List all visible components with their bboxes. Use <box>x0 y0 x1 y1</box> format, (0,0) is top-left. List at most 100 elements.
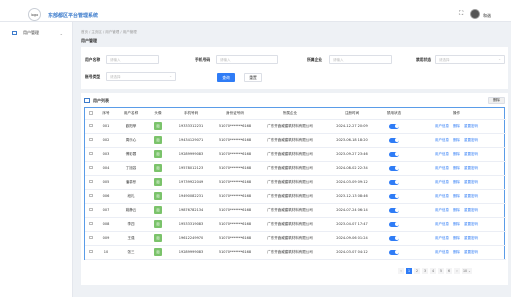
row-checkbox[interactable] <box>85 231 97 246</box>
user-info-link[interactable]: 用户信息 <box>435 222 449 226</box>
delete-link[interactable]: 删除 <box>453 208 460 212</box>
user-info-link[interactable]: 用户信息 <box>435 208 449 212</box>
status-toggle[interactable] <box>389 179 399 185</box>
status-toggle[interactable] <box>389 221 399 227</box>
row-avatar: 图 <box>147 133 169 148</box>
user-info-link[interactable]: 用户信息 <box>435 180 449 184</box>
delete-link[interactable]: 删除 <box>453 180 460 184</box>
row-checkbox[interactable] <box>85 133 97 148</box>
breadcrumb: 首页 / 主页区 / 用户管理 / 用户管理 <box>81 30 137 34</box>
user-info-link[interactable]: 用户信息 <box>435 166 449 170</box>
user-info-link[interactable]: 用户信息 <box>435 194 449 198</box>
row-id-number: 51070*******6168 <box>213 133 257 148</box>
page-button[interactable]: 6 <box>446 267 452 274</box>
row-username: 潘慕彤 <box>115 175 147 190</box>
row-actions: 用户信息 删除 重置密码 <box>407 133 506 148</box>
row-checkbox[interactable] <box>85 245 97 260</box>
delete-link[interactable]: 删除 <box>453 152 460 156</box>
reset-password-link[interactable]: 重置密码 <box>464 152 478 156</box>
user-info-link[interactable]: 用户信息 <box>435 152 449 156</box>
row-checkbox[interactable] <box>85 161 97 176</box>
page-button[interactable]: 5 <box>438 267 444 274</box>
row-status <box>381 203 407 218</box>
delete-link[interactable]: 删除 <box>453 222 460 226</box>
fullscreen-icon[interactable]: ⛶ <box>459 10 463 18</box>
row-status <box>381 147 407 162</box>
page-button[interactable]: 1 <box>406 267 412 274</box>
row-register-time: 2024-12-27 20:09 <box>323 119 381 134</box>
status-toggle[interactable] <box>389 193 399 199</box>
row-phone: 19876782134 <box>169 203 213 218</box>
reset-password-link[interactable]: 重置密码 <box>464 250 478 254</box>
row-actions: 用户信息 删除 重置密码 <box>407 217 506 232</box>
list-icon <box>84 98 90 103</box>
row-register-time: 2023-06-18 18:20 <box>323 133 381 148</box>
account-type-label: 账号类型 <box>85 74 101 79</box>
row-checkbox[interactable] <box>85 217 97 232</box>
page-button[interactable]: 3 <box>422 267 428 274</box>
search-button[interactable]: 查询 <box>217 73 235 82</box>
reset-password-link[interactable]: 重置密码 <box>464 208 478 212</box>
row-company: 广东齐鑫威建筑材料有限公司 <box>257 245 323 260</box>
reset-password-link[interactable]: 重置密码 <box>464 194 478 198</box>
row-status <box>381 161 407 176</box>
reset-password-link[interactable]: 重置密码 <box>464 166 478 170</box>
company-input[interactable]: 请输入 <box>329 55 392 64</box>
user-info-link[interactable]: 用户信息 <box>435 236 449 240</box>
row-status <box>381 133 407 148</box>
delete-link[interactable]: 删除 <box>453 166 460 170</box>
delete-link[interactable]: 删除 <box>453 236 460 240</box>
page-title: 用户管理 <box>81 38 97 43</box>
row-checkbox[interactable] <box>85 119 97 134</box>
row-company: 广东齐鑫威建筑材料有限公司 <box>257 147 323 162</box>
reset-password-link[interactable]: 重置密码 <box>464 138 478 142</box>
page-button[interactable]: 4 <box>430 267 436 274</box>
prev-page-button[interactable]: ‹ <box>398 267 404 274</box>
reset-password-link[interactable]: 重置密码 <box>464 180 478 184</box>
page-size-select[interactable]: 10 ⌄ <box>462 267 472 274</box>
status-toggle[interactable] <box>389 249 399 255</box>
row-avatar: 图 <box>147 217 169 232</box>
username[interactable]: 和谐 <box>483 13 491 19</box>
reset-password-link[interactable]: 重置密码 <box>464 236 478 240</box>
row-phone: 19434129071 <box>169 133 213 148</box>
row-checkbox[interactable] <box>85 175 97 190</box>
delete-link[interactable]: 删除 <box>453 138 460 142</box>
row-username: 张三 <box>115 245 147 260</box>
page-button[interactable]: 2 <box>414 267 420 274</box>
row-checkbox[interactable] <box>85 147 97 162</box>
next-page-button[interactable]: › <box>454 267 460 274</box>
status-toggle[interactable] <box>389 151 399 157</box>
status-toggle[interactable] <box>389 137 399 143</box>
status-toggle[interactable] <box>389 123 399 129</box>
reset-password-link[interactable]: 重置密码 <box>464 124 478 128</box>
delete-link[interactable]: 删除 <box>453 124 460 128</box>
sidebar-item-label: 用户管理 <box>23 30 39 35</box>
column-header: 禁用状态 <box>381 108 407 120</box>
reset-password-link[interactable]: 重置密码 <box>464 222 478 226</box>
row-checkbox[interactable] <box>85 203 97 218</box>
select-all-checkbox[interactable] <box>85 108 97 120</box>
user-avatar[interactable] <box>470 9 480 19</box>
phone-input[interactable]: 请输入 <box>216 55 278 64</box>
row-checkbox[interactable] <box>85 189 97 204</box>
column-header: 操作 <box>407 108 506 120</box>
status-toggle[interactable] <box>389 235 399 241</box>
username-input[interactable]: 请输入 <box>106 55 159 64</box>
avatar-image: 图 <box>154 164 162 172</box>
status-toggle[interactable] <box>389 207 399 213</box>
row-id-number: 51070*******6168 <box>213 189 257 204</box>
user-info-link[interactable]: 用户信息 <box>435 138 449 142</box>
status-select[interactable]: 请选择 <box>435 55 505 64</box>
delete-link[interactable]: 删除 <box>453 250 460 254</box>
reset-button[interactable]: 重置 <box>244 73 262 82</box>
delete-link[interactable]: 删除 <box>453 194 460 198</box>
status-toggle[interactable] <box>389 165 399 171</box>
account-type-select[interactable]: 请选择 <box>106 72 176 81</box>
user-info-link[interactable]: 用户信息 <box>435 124 449 128</box>
delete-button[interactable]: 删除 <box>488 97 505 104</box>
row-id-number: 51070*******6168 <box>213 175 257 190</box>
row-register-time: 2023-12-13 08:46 <box>323 189 381 204</box>
sidebar-item-user-management[interactable]: 用户管理 ⌄ <box>0 27 73 39</box>
user-info-link[interactable]: 用户信息 <box>435 250 449 254</box>
